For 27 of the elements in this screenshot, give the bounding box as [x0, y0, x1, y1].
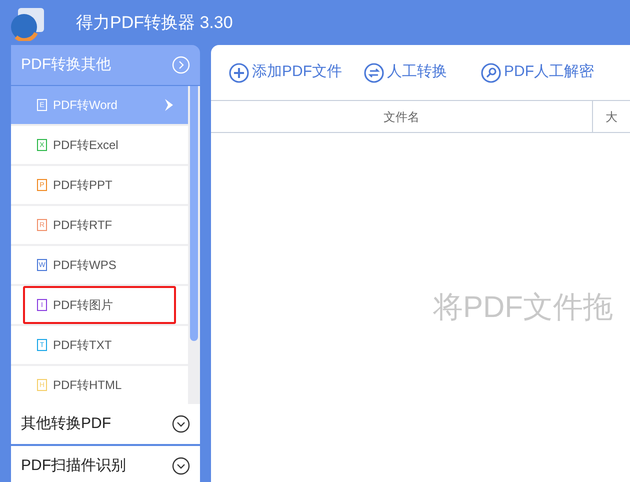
item-label: PDF转Excel: [53, 137, 120, 154]
arrow-right-icon: [164, 99, 174, 111]
toolbar-button[interactable]: 添加PDF文件: [229, 61, 342, 84]
item-label: PDF转WPS: [53, 257, 118, 274]
group-label: PDF转换其他: [21, 54, 111, 75]
item-label: PDF转图片: [53, 297, 114, 314]
column-header: 大: [604, 108, 618, 126]
group-label: PDF扫描件识别: [21, 456, 126, 476]
key-icon: [481, 62, 501, 82]
item-label: PDF转TXT: [53, 337, 113, 354]
window-title: 得力PDF转换器 3.30: [76, 12, 233, 34]
chevron-down-icon: [172, 457, 190, 475]
swap-icon: [364, 62, 384, 82]
toolbar-button[interactable]: 人工转换: [364, 61, 447, 84]
sidebar-group-header[interactable]: 其他转换PDF: [11, 404, 200, 444]
item-label: PDF转RTF: [53, 217, 114, 234]
sidebar-group-header[interactable]: PDF扫描件识别: [11, 446, 200, 482]
item-label: PDF转HTML: [53, 377, 123, 394]
column-header: 文件名: [211, 101, 593, 132]
item-label: PDF转PPT: [53, 177, 114, 194]
toolbar-button[interactable]: PDF人工解密: [481, 61, 594, 84]
plus-icon: [229, 62, 249, 82]
item-label: PDF转Word: [53, 97, 118, 114]
group-label: 其他转换PDF: [21, 414, 111, 434]
chevron-down-icon: [172, 415, 190, 433]
chevron-right-icon: [172, 56, 190, 74]
scrollbar-thumb[interactable]: [190, 86, 198, 341]
